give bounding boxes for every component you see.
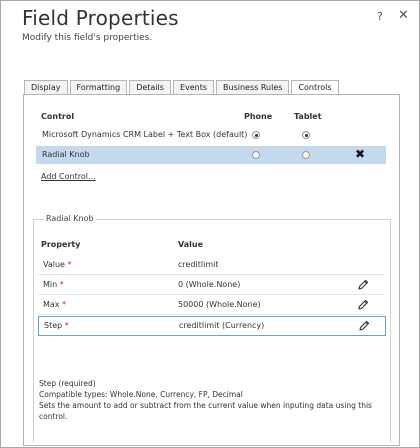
value-column-header: Value: [178, 240, 204, 249]
property-column-header: Property: [41, 240, 81, 249]
property-value: 0 (Whole.None): [178, 280, 241, 289]
property-value: 50000 (Whole.None): [178, 300, 261, 309]
tablet-radio[interactable]: [302, 151, 310, 159]
tab-formatting[interactable]: Formatting: [69, 80, 128, 94]
delete-control-icon[interactable]: ✖: [355, 147, 365, 161]
tab-details[interactable]: Details: [129, 80, 171, 94]
property-row-min[interactable]: Min * 0 (Whole.None): [38, 276, 384, 295]
required-marker: *: [67, 260, 72, 269]
property-name: Min *: [43, 280, 64, 289]
property-description-title: Step (required): [39, 379, 96, 388]
tab-display[interactable]: Display: [24, 80, 68, 94]
control-column-header: Control: [41, 112, 75, 121]
control-name: Microsoft Dynamics CRM Label + Text Box …: [42, 130, 248, 139]
pencil-icon[interactable]: [356, 298, 370, 312]
tab-business-rules[interactable]: Business Rules: [216, 80, 290, 94]
pencil-icon[interactable]: [357, 319, 371, 333]
control-row-default[interactable]: Microsoft Dynamics CRM Label + Text Box …: [36, 126, 386, 144]
tab-strip: Display Formatting Details Events Busine…: [24, 80, 341, 95]
tab-events[interactable]: Events: [172, 80, 215, 94]
tablet-radio[interactable]: [302, 131, 310, 139]
group-legend: Radial Knob: [44, 214, 96, 223]
tab-controls[interactable]: Controls: [291, 80, 339, 95]
property-description-text: Sets the amount to add or subtract from …: [39, 401, 372, 410]
add-control-link[interactable]: Add Control...: [41, 172, 96, 181]
property-name: Max *: [43, 300, 67, 309]
controls-panel: Control Phone Tablet Microsoft Dynamics …: [23, 94, 400, 446]
dialog-title: Field Properties: [22, 6, 179, 30]
pencil-icon[interactable]: [356, 278, 370, 292]
phone-radio[interactable]: [252, 131, 260, 139]
tablet-column-header: Tablet: [294, 112, 322, 121]
property-row-step[interactable]: Step * creditlimit (Currency): [38, 316, 386, 336]
required-marker: *: [59, 280, 64, 289]
property-name: Value *: [43, 260, 72, 269]
property-value: creditlimit: [178, 260, 219, 269]
required-marker: *: [62, 300, 67, 309]
close-icon[interactable]: ✕: [398, 8, 409, 23]
property-description-types: Compatible types: Whole.None, Currency, …: [39, 390, 243, 399]
help-button[interactable]: ?: [377, 10, 383, 23]
phone-column-header: Phone: [244, 112, 273, 121]
control-name: Radial Knob: [42, 150, 90, 159]
property-name: Step *: [44, 321, 69, 330]
required-marker: *: [64, 321, 69, 330]
dialog-subtitle: Modify this field's properties.: [22, 33, 153, 43]
control-row-radial-knob[interactable]: Radial Knob ✖: [36, 146, 386, 164]
property-value: creditlimit (Currency): [179, 321, 265, 330]
property-description-text-end: control.: [39, 412, 68, 421]
property-row-value[interactable]: Value * creditlimit: [38, 256, 384, 275]
phone-radio[interactable]: [252, 151, 260, 159]
property-row-max[interactable]: Max * 50000 (Whole.None): [38, 296, 384, 315]
